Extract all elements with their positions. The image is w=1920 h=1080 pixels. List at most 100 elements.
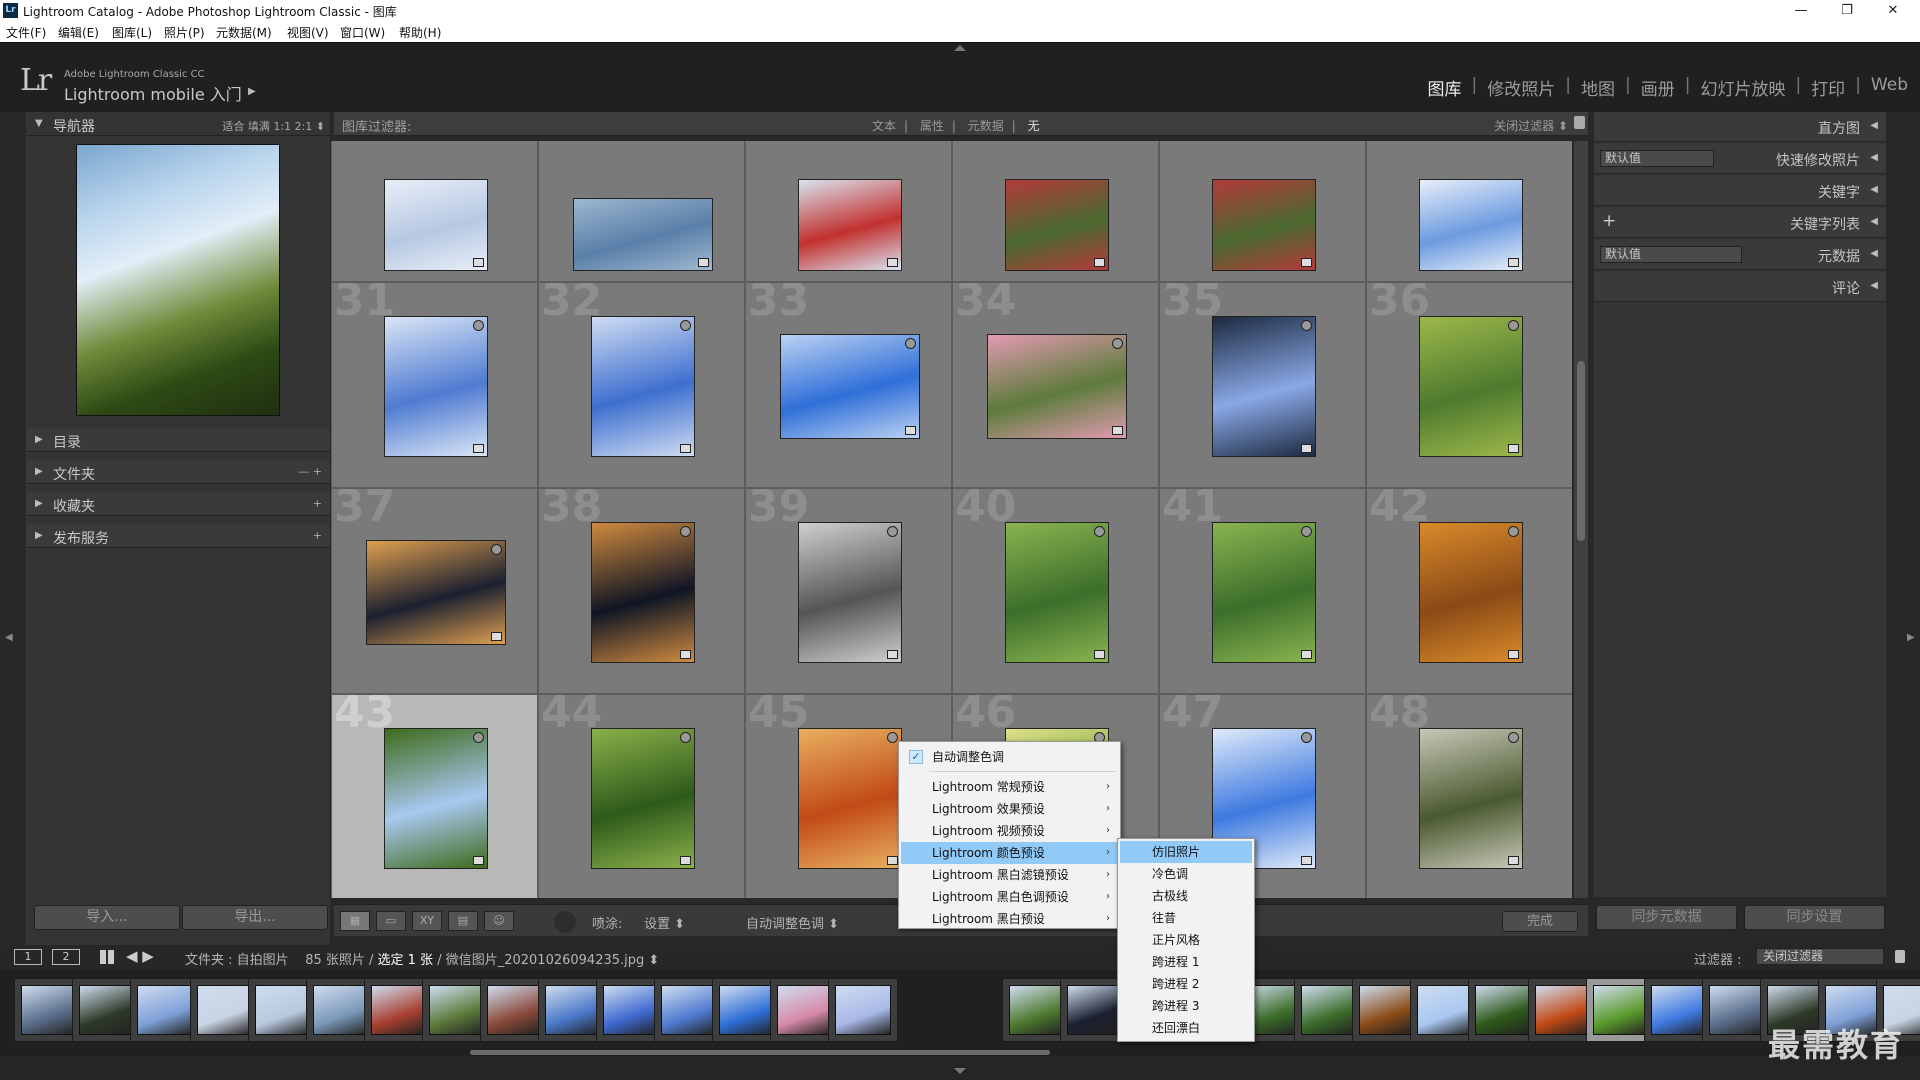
filmstrip-source-info[interactable]: 文件夹 : 自拍图片 85 张照片 / 选定 1 张 / 微信图片_202010… [185,949,659,968]
lock-icon[interactable] [1574,116,1585,129]
submenu-item-preset[interactable]: 古极线 [1120,885,1252,907]
menu-item-auto-tone[interactable]: ✓ 自动调整色调 [901,746,1118,768]
quick-collection-circle-icon[interactable] [680,320,691,331]
photo-thumbnail[interactable] [1212,179,1316,271]
photo-thumbnail[interactable] [384,316,488,457]
left-panel-toggle-icon[interactable]: ◀ [5,632,13,643]
menu-help[interactable]: 帮助(H) [399,24,441,41]
photo-thumbnail[interactable] [591,316,695,457]
spray-settings-select[interactable]: 设置 ⬍ [644,913,685,932]
keywording-header[interactable]: 关键字 ◀ [1594,176,1886,206]
photo-thumbnail[interactable] [1419,522,1523,663]
quick-develop-header[interactable]: 默认值 快速修改照片 ◀ [1594,144,1886,174]
module-book[interactable]: 画册 [1641,75,1675,100]
top-panel-toggle-icon[interactable] [954,45,966,51]
filter-none[interactable]: 无 [1028,119,1040,133]
grid-scroll-thumb[interactable] [1577,361,1585,541]
import-button[interactable]: 导入... [34,905,180,930]
filter-attribute[interactable]: 属性 [920,119,944,133]
photo-thumbnail[interactable] [1419,316,1523,457]
navigator-zoom-options[interactable]: 适合 填满 1:1 2:1 ⬍ [222,118,325,134]
grid-cell[interactable]: 36 [1366,282,1572,488]
quick-collection-circle-icon[interactable] [905,338,916,349]
right-edge[interactable]: ▶ [1900,112,1920,945]
navigation-arrows[interactable]: ◀ ▶ [126,947,154,965]
photo-thumbnail[interactable] [1005,179,1109,271]
grid-cell[interactable]: 38 [538,488,745,694]
expand-triangle-icon[interactable]: ▶ [35,530,43,541]
sync-settings-button[interactable]: 同步设置 [1744,905,1885,930]
right-panel-toggle-icon[interactable]: ▶ [1907,632,1915,643]
collections-add[interactable]: + [313,497,322,510]
photo-thumbnail[interactable] [366,540,506,645]
photo-thumbnail[interactable] [798,728,902,869]
quick-collection-circle-icon[interactable] [491,544,502,555]
submenu-item-preset[interactable]: 跨进程 1 [1120,951,1252,973]
loupe-view-icon[interactable]: ▭ [376,911,406,931]
collapse-triangle-icon[interactable]: ◀ [1870,280,1878,291]
folders-add-remove[interactable]: — + [298,465,322,478]
filmstrip-thumbnail[interactable] [828,978,898,1042]
module-slideshow[interactable]: 幻灯片放映 [1700,75,1785,100]
sync-metadata-button[interactable]: 同步元数据 [1596,905,1737,930]
grid-cell[interactable] [1159,141,1366,282]
quick-collection-circle-icon[interactable] [1301,526,1312,537]
grid-cell[interactable]: 35 [1159,282,1366,488]
submenu-item-preset[interactable]: 冷色调 [1120,863,1252,885]
collapse-triangle-icon[interactable]: ◀ [1870,152,1878,163]
quick-develop-preset-select[interactable]: 默认值 [1600,150,1714,167]
grid-cell[interactable] [1366,141,1572,282]
quick-collection-circle-icon[interactable] [1301,732,1312,743]
bottom-panel-toggle-icon[interactable] [954,1068,966,1074]
photo-thumbnail[interactable] [780,334,920,439]
quick-collection-circle-icon[interactable] [887,732,898,743]
quick-collection-circle-icon[interactable] [887,526,898,537]
submenu-item-preset[interactable]: 正片风格 [1120,929,1252,951]
add-keyword-icon[interactable]: + [1602,211,1616,231]
photo-thumbnail[interactable] [591,522,695,663]
submenu-item-preset[interactable]: 跨进程 2 [1120,973,1252,995]
filter-preset-select[interactable]: 关闭过滤器 ⬍ [1494,117,1568,134]
grid-scrollbar[interactable] [1574,141,1588,898]
filter-text[interactable]: 文本 [872,119,896,133]
photo-thumbnail[interactable] [798,179,902,271]
publish-services-header[interactable]: ▶ 发布服务 + [26,524,330,548]
menu-file[interactable]: 文件(F) [6,24,46,41]
quick-collection-circle-icon[interactable] [473,320,484,331]
photo-thumbnail[interactable] [591,728,695,869]
grid-cell[interactable]: 43 [331,694,538,898]
grid-cell[interactable]: 31 [331,282,538,488]
grid-cell[interactable]: 42 [1366,488,1572,694]
photo-thumbnail[interactable] [1212,316,1316,457]
grid-view-icon[interactable]: ▦ [340,911,370,931]
collapse-triangle-icon[interactable]: ◀ [1870,184,1878,195]
menu-view[interactable]: 视图(V) [287,24,329,41]
photo-thumbnail[interactable] [384,179,488,271]
metadata-preset-select[interactable]: 默认值 [1600,246,1742,263]
left-edge[interactable]: ◀ [0,112,20,945]
grid-cell[interactable]: 34 [952,282,1159,488]
photo-thumbnail[interactable] [384,728,488,869]
expand-triangle-icon[interactable]: ▶ [35,434,43,445]
auto-tone-select[interactable]: 自动调整色调 ⬍ [746,913,839,932]
module-library[interactable]: 图库 [1428,75,1462,100]
lock-icon[interactable] [1895,950,1905,963]
quick-collection-circle-icon[interactable] [473,732,484,743]
photo-thumbnail[interactable] [1005,522,1109,663]
menu-item-preset-group[interactable]: Lightroom 颜色预设 › [901,842,1118,864]
filmstrip-filter-select[interactable]: 关闭过滤器 [1756,948,1884,965]
quick-collection-circle-icon[interactable] [1094,526,1105,537]
spray-can-icon[interactable] [554,911,576,933]
grid-cell[interactable]: 40 [952,488,1159,694]
collapse-triangle-icon[interactable]: ◀ [1870,248,1878,259]
menu-library[interactable]: 图库(L) [112,24,152,41]
expand-triangle-icon[interactable]: ▶ [35,498,43,509]
module-print[interactable]: 打印 [1811,75,1845,100]
submenu-item-preset[interactable]: 还回漂白 [1120,1017,1252,1039]
publish-services-add[interactable]: + [313,529,322,542]
quick-collection-circle-icon[interactable] [680,526,691,537]
submenu-item-preset[interactable]: 仿旧照片 [1120,841,1252,863]
catalog-header[interactable]: ▶ 目录 [26,428,330,452]
people-view-icon[interactable]: ☺ [484,911,514,931]
submenu-item-preset[interactable]: 跨进程 3 [1120,995,1252,1017]
